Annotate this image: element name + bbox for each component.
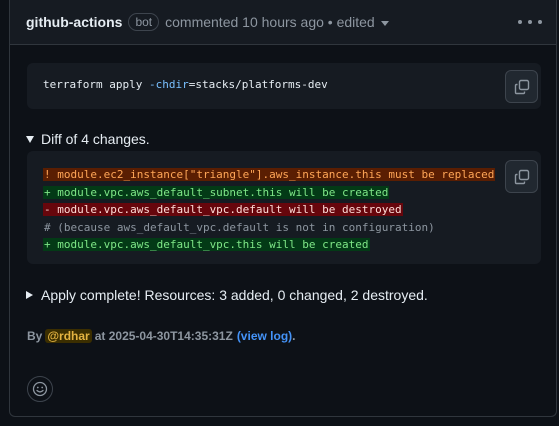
byline: By @rdhar at 2025-04-30T14:35:31Z (view … bbox=[27, 329, 296, 343]
diff-line: + module.vpc.aws_default_subnet.this wil… bbox=[43, 185, 390, 199]
apply-summary-label: Apply complete! Resources: 3 added, 0 ch… bbox=[41, 287, 428, 303]
diff-line: ! module.ec2_instance["triangle"].aws_in… bbox=[43, 168, 496, 181]
diff-line: + module.vpc.aws_default_vpc.this will b… bbox=[43, 238, 370, 251]
smiley-icon bbox=[32, 381, 48, 397]
byline-timestamp: at 2025-04-30T14:35:31Z bbox=[94, 329, 233, 343]
comment-header: github-actions bot commented 10 hours ag… bbox=[10, 0, 556, 45]
copy-diff-button[interactable] bbox=[505, 160, 538, 193]
comment-meta[interactable]: commented 10 hours ago • edited bbox=[165, 14, 375, 30]
byline-by: By bbox=[27, 329, 43, 343]
comment-card: github-actions bot commented 10 hours ag… bbox=[9, 0, 557, 417]
add-reaction-button[interactable] bbox=[27, 376, 53, 402]
diff-summary-toggle[interactable]: Diff of 4 changes. bbox=[26, 131, 150, 147]
triangle-right-icon bbox=[26, 291, 33, 299]
edited-dropdown-icon[interactable] bbox=[380, 21, 389, 26]
bot-badge: bot bbox=[128, 13, 160, 31]
byline-end: . bbox=[292, 329, 296, 343]
kebab-horizontal-icon[interactable] bbox=[518, 13, 542, 31]
diff-code-block: ! module.ec2_instance["triangle"].aws_in… bbox=[27, 151, 541, 264]
diff-line: - module.vpc.aws_default_vpc.default wil… bbox=[43, 203, 403, 216]
view-log-link[interactable]: (view log) bbox=[237, 329, 292, 343]
command-flag: -chdir bbox=[148, 78, 189, 91]
triangle-down-icon bbox=[26, 135, 34, 143]
command-prefix: terraform apply bbox=[43, 78, 149, 91]
copy-icon bbox=[514, 79, 529, 94]
command-code-block: terraform apply -chdir=stacks/platforms-… bbox=[27, 63, 541, 109]
copy-command-button[interactable] bbox=[505, 70, 538, 103]
user-mention[interactable]: @rdhar bbox=[45, 329, 92, 343]
diff-line: # (because aws_default_vpc.default is no… bbox=[44, 220, 435, 234]
command-suffix: =stacks/platforms-dev bbox=[188, 78, 328, 91]
comment-author[interactable]: github-actions bbox=[26, 14, 122, 30]
apply-summary-toggle[interactable]: Apply complete! Resources: 3 added, 0 ch… bbox=[26, 287, 428, 303]
diff-summary-label: Diff of 4 changes. bbox=[41, 131, 150, 147]
copy-icon bbox=[514, 169, 529, 184]
